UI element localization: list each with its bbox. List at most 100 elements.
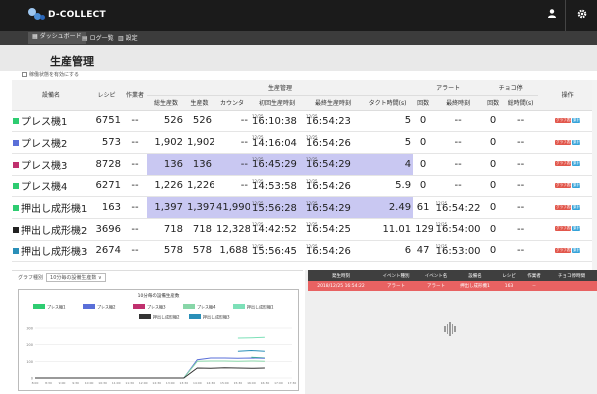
status-color-swatch [13, 248, 19, 255]
event-col-header: 発生時刻 [308, 270, 374, 281]
x-tick-label: 10:30 [98, 381, 107, 385]
cell-alert-count: 0 [413, 110, 434, 133]
aggregate-button[interactable]: 集計 [572, 204, 581, 210]
equipment-name: プレス機1 [21, 117, 68, 129]
production-line-chart: 10分毎の設備生産数プレス機1 プレス機2 プレス機3 プレス機4 押出し成形機1 押出し… [26, 292, 296, 385]
checkbox[interactable] [22, 72, 27, 77]
col-produced: 生産数 [185, 95, 214, 111]
table-row: プレス機4 6271 -- 1,226 1,226 -- 12/25 14:53:58 12/2… [12, 175, 597, 198]
cell-operation: グラフ表示集計 [538, 110, 597, 133]
nav-item-dashboard[interactable]: ▦ ダッシュボード [28, 32, 86, 44]
cell-equipment: プレス機1 [12, 110, 90, 133]
legend-swatch [233, 304, 245, 309]
group-alert: アラート [413, 80, 484, 96]
cell-equipment: プレス機2 [12, 131, 90, 154]
chevron-down-icon: ∨ [97, 275, 102, 281]
cell-takt: 5 [362, 131, 414, 154]
first-time: 14:53:58 [252, 181, 297, 192]
x-tick-label: 15:00 [220, 381, 229, 385]
cell-alert-count: 129 [413, 218, 434, 241]
event-header-row: 発生時刻 イベント種別 イベント名 設備名 レシピ 作業者 チョコ停時間 [308, 270, 597, 281]
aggregate-button[interactable]: 集計 [572, 226, 581, 232]
col-worker: 作業者 [123, 80, 147, 111]
col-operation: 操作 [538, 80, 597, 111]
production-table: 設備名 レシピ 作業者 生産管理 アラート チョコ停 操作 総生産数 生産数 カ… [12, 80, 597, 263]
status-color-swatch [13, 205, 19, 212]
app-logo[interactable]: D-COLLECT [28, 8, 106, 21]
alert-time: -- [454, 180, 462, 192]
event-row[interactable]: 2018/12/25 16:54:22 アラート アラート 押出し成形機1 163 -- [308, 281, 597, 291]
cell-total: 718 [147, 218, 185, 241]
event-cell: 押出し成形機1 [454, 281, 496, 291]
topbar-divider [565, 0, 566, 31]
cell-produced: 1,902 [185, 131, 214, 154]
cell-stop-count: 0 [483, 218, 504, 241]
cell-first-time: 12/25 15:56:28 [250, 196, 304, 219]
cell-first-time: 12/25 14:42:52 [250, 218, 304, 241]
event-cell: アラート [418, 281, 454, 291]
nav-item-log-list[interactable]: ▤ ログ一覧 [82, 33, 114, 42]
cell-recipe: 6271 [90, 175, 123, 198]
table-row: 押出し成形機1 163 -- 1,397 1,397 41,990 12/25 15:56:2… [12, 196, 597, 219]
x-tick-label: 15:30 [234, 381, 243, 385]
aggregate-button[interactable]: 集計 [572, 247, 581, 253]
aggregate-button[interactable]: 集計 [572, 161, 581, 167]
show-graph-button[interactable]: グラフ表示 [555, 226, 574, 232]
event-table: 発生時刻 イベント種別 イベント名 設備名 レシピ 作業者 チョコ停時間 2018/12/2… [308, 270, 597, 291]
legend-swatch [183, 304, 195, 309]
cell-last-time: 12/25 16:54:29 [304, 196, 362, 219]
cell-equipment: プレス機3 [12, 153, 90, 176]
event-col-header: チョコ停時間 [546, 270, 597, 281]
first-time: 15:56:28 [252, 202, 297, 214]
legend-swatch [189, 314, 201, 319]
cell-alert-last: 12/25 16:53:00 [433, 240, 484, 263]
cell-stop-total: -- [503, 218, 539, 241]
show-graph-button[interactable]: グラフ表示 [555, 204, 574, 210]
aggregate-button[interactable]: 集計 [572, 139, 581, 145]
table-row: プレス機2 573 -- 1,902 1,902 -- 12/25 14:16:04 12/25… [12, 131, 597, 154]
show-graph-button[interactable]: グラフ表示 [555, 182, 574, 188]
cell-takt: 2.49 [362, 196, 414, 219]
col-alert-last: 最終時刻 [433, 95, 484, 111]
cell-total: 1,902 [147, 131, 185, 154]
dashboard-icon: ▦ [32, 33, 38, 40]
legend-label: プレス機3 [147, 304, 166, 310]
aggregate-button[interactable]: 集計 [572, 182, 581, 188]
gear-icon[interactable] [575, 9, 589, 22]
chart-type-select[interactable]: 10分毎の設備生産数 ∨ [46, 273, 106, 282]
cell-counter: 41,990 [214, 196, 250, 219]
event-col-header: レシピ [496, 270, 522, 281]
cell-stop-count: 0 [483, 131, 504, 154]
enable-status-option[interactable]: 稼働状態を有効にする [22, 71, 79, 78]
cell-total: 578 [147, 240, 185, 263]
aggregate-button[interactable]: 集計 [572, 117, 581, 123]
status-color-swatch [13, 140, 19, 147]
bar-chart-icon: ▥ [118, 35, 124, 42]
x-tick-label: 11:00 [112, 381, 121, 385]
cell-first-time: 12/25 15:56:45 [250, 240, 304, 263]
cell-stop-total: -- [503, 240, 539, 263]
person-icon[interactable] [545, 9, 559, 21]
cell-last-time: 12/25 16:54:23 [304, 110, 362, 133]
legend-label: 押出し成形機2 [153, 314, 180, 320]
table-row: 押出し成形機2 3696 -- 718 718 12,328 12/25 14:42:52 12… [12, 218, 597, 241]
cell-stop-total: -- [503, 153, 539, 176]
cell-alert-count: 0 [413, 153, 434, 176]
cell-alert-count: 0 [413, 131, 434, 154]
cell-worker: -- [123, 131, 147, 154]
event-col-header: 作業者 [522, 270, 546, 281]
equipment-name: プレス機3 [21, 160, 68, 172]
cell-takt: 5 [362, 110, 414, 133]
cell-recipe: 163 [90, 196, 123, 219]
cell-worker: -- [123, 175, 147, 198]
nav-item-settings[interactable]: ▥ 設定 [118, 33, 138, 42]
show-graph-button[interactable]: グラフ表示 [555, 247, 574, 253]
show-graph-button[interactable]: グラフ表示 [555, 161, 574, 167]
cell-alert-count: 61 [413, 196, 434, 219]
show-graph-button[interactable]: グラフ表示 [555, 117, 574, 123]
table-scrollbar[interactable] [592, 80, 597, 270]
series-line [237, 349, 265, 352]
show-graph-button[interactable]: グラフ表示 [555, 139, 574, 145]
cell-first-time: 12/25 16:45:29 [250, 153, 304, 176]
cell-produced: 718 [185, 218, 214, 241]
